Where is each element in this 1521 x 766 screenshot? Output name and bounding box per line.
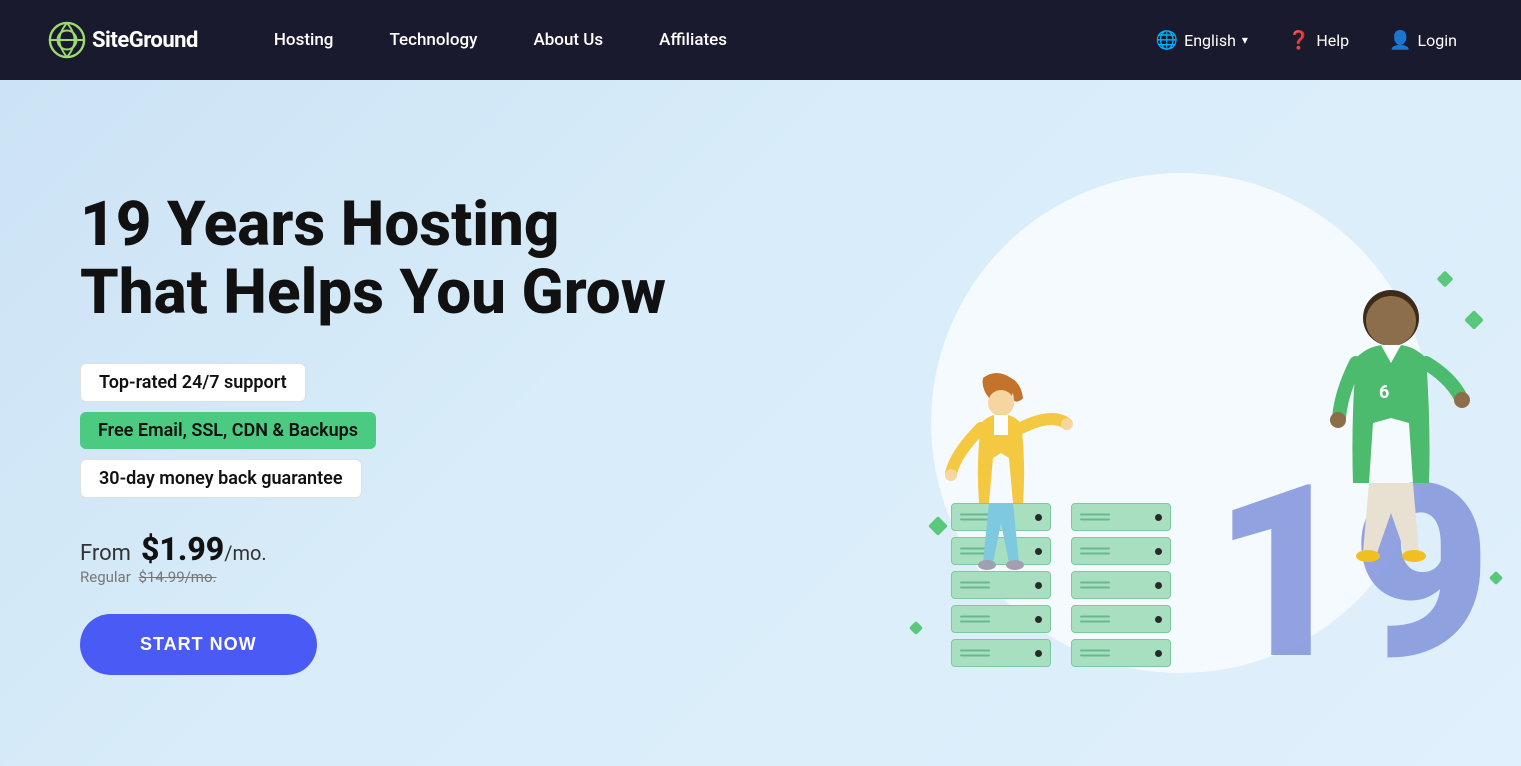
server-dot: [1035, 650, 1042, 657]
badge-features: Free Email, SSL, CDN & Backups: [80, 412, 376, 449]
nav-links: Hosting Technology About Us Affiliates: [246, 0, 1140, 80]
language-selector[interactable]: 🌐 English ▾: [1140, 22, 1264, 59]
person-male: 6: [1311, 263, 1471, 583]
deco-diamond-2: [911, 623, 921, 633]
nav-right: 🌐 English ▾ ❓ Help 👤 Login: [1140, 22, 1473, 59]
chevron-down-icon: ▾: [1242, 33, 1248, 47]
navbar: SiteGround Hosting Technology About Us A…: [0, 0, 1521, 80]
brand-name: SiteGround: [92, 28, 198, 53]
deco-diamond-4: [1491, 573, 1501, 583]
nav-about[interactable]: About Us: [505, 0, 631, 80]
svg-text:6: 6: [1379, 382, 1389, 403]
pricing-regular: Regular $14.99/mo.: [80, 568, 760, 586]
language-label: English: [1184, 31, 1236, 50]
help-icon: ❓: [1288, 30, 1310, 51]
deco-diamond-1: [931, 519, 945, 533]
server-dot: [1155, 514, 1162, 521]
badge-guarantee: 30-day money back guarantee: [80, 459, 362, 498]
badge-support: Top-rated 24/7 support: [80, 363, 306, 402]
server-dot: [1155, 582, 1162, 589]
pricing-block: From $1.99/mo. Regular $14.99/mo.: [80, 530, 760, 586]
login-label: Login: [1418, 31, 1457, 50]
hero-content: 19 Years Hosting That Helps You Grow Top…: [80, 191, 760, 675]
illustration-container: 19: [851, 113, 1511, 733]
hero-section: 19 Years Hosting That Helps You Grow Top…: [0, 80, 1521, 766]
pricing-main: From $1.99/mo.: [80, 530, 760, 568]
server-dot: [1155, 548, 1162, 555]
hero-title-line1: 19 Years Hosting: [80, 188, 559, 261]
logo-icon: [48, 21, 86, 59]
pricing-per: /mo.: [224, 541, 266, 565]
server-dot: [1155, 616, 1162, 623]
server-unit: [1071, 639, 1171, 667]
nav-technology[interactable]: Technology: [361, 0, 505, 80]
pricing-regular-price: $14.99/mo.: [139, 568, 217, 586]
user-icon: 👤: [1389, 30, 1411, 51]
start-now-button[interactable]: START NOW: [80, 614, 317, 675]
hero-title: 19 Years Hosting That Helps You Grow: [80, 191, 760, 327]
nav-affiliates[interactable]: Affiliates: [631, 0, 755, 80]
server-dot: [1155, 650, 1162, 657]
pricing-from-label: From: [80, 541, 131, 566]
deco-diamond-3: [1467, 313, 1481, 327]
hero-title-line2: That Helps You Grow: [80, 256, 666, 329]
login-button[interactable]: 👤 Login: [1373, 22, 1473, 59]
nav-hosting[interactable]: Hosting: [246, 0, 362, 80]
translate-icon: 🌐: [1156, 30, 1178, 51]
deco-diamond-5: [1439, 273, 1451, 285]
person-female: [911, 313, 1091, 613]
hero-illustration: 19: [841, 80, 1521, 766]
help-button[interactable]: ❓ Help: [1272, 22, 1365, 59]
server-dot: [1035, 616, 1042, 623]
server-unit: [951, 639, 1051, 667]
help-label: Help: [1316, 31, 1349, 50]
brand-logo[interactable]: SiteGround: [48, 21, 198, 59]
pricing-price: $1.99: [141, 530, 224, 568]
hero-badges: Top-rated 24/7 support Free Email, SSL, …: [80, 363, 760, 498]
